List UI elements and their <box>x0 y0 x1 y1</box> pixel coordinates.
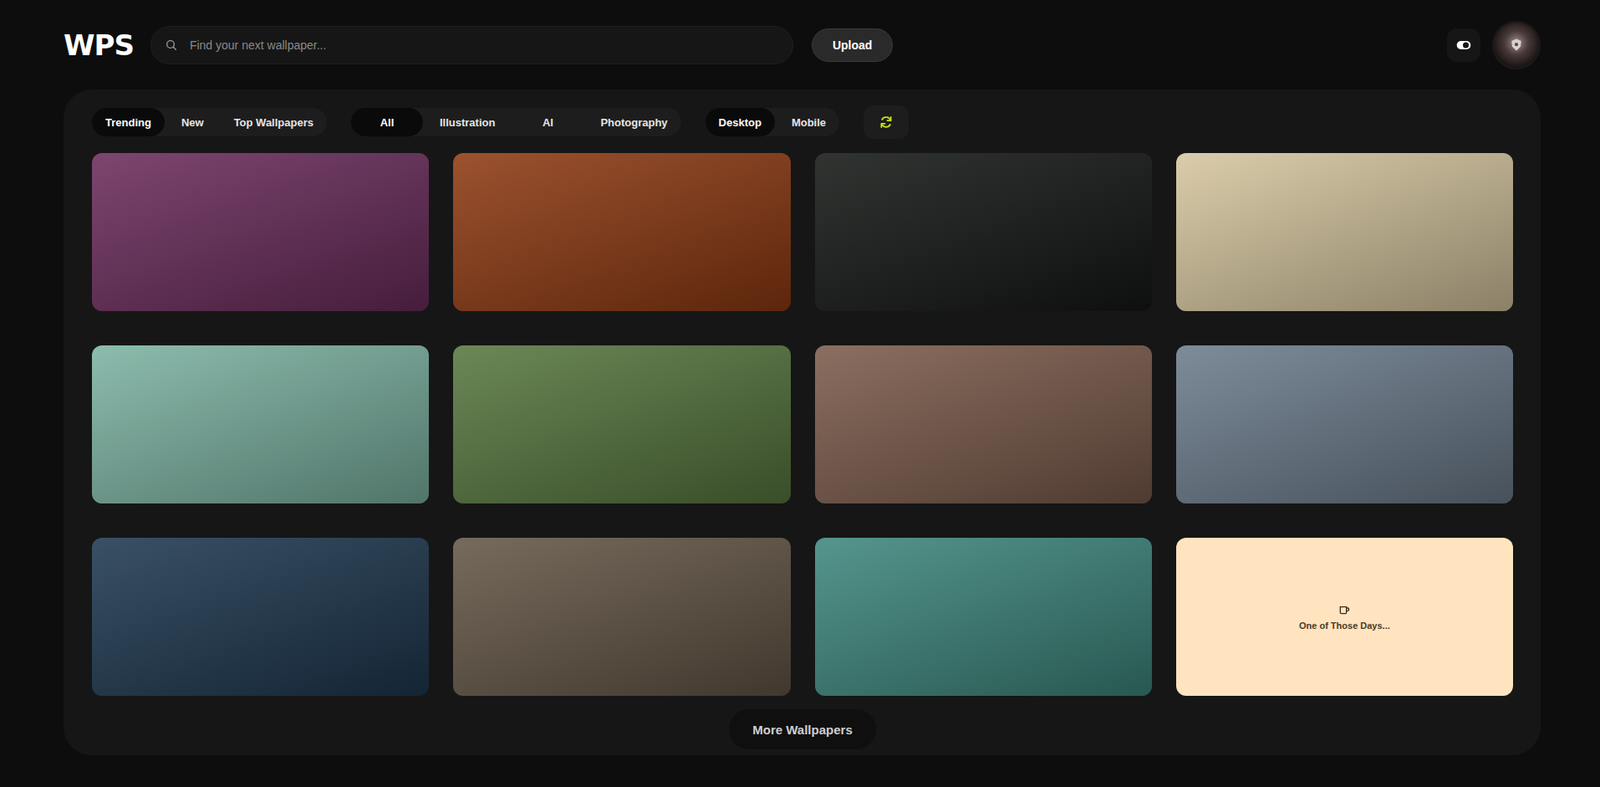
search-input[interactable] <box>188 37 780 53</box>
filter-tab[interactable]: Desktop <box>705 107 775 137</box>
wallpaper-card[interactable] <box>815 537 1152 696</box>
filter-tab[interactable]: Trending <box>91 107 165 137</box>
wallpaper-card[interactable] <box>1176 152 1514 311</box>
wallpaper-card[interactable] <box>1176 345 1514 504</box>
filter-tab[interactable]: Illustration <box>426 107 509 137</box>
filter-tab[interactable]: AI <box>511 107 584 137</box>
filter-tab[interactable]: New <box>168 107 218 137</box>
more-row: More Wallpapers <box>91 708 1514 750</box>
wallpaper-card[interactable] <box>815 152 1152 311</box>
wallpaper-panel: TrendingNewTop Wallpapers AllIllustration… <box>63 89 1541 755</box>
wallpaper-grid: One of Those Days... <box>91 152 1514 696</box>
avatar-icon <box>1508 36 1525 54</box>
category-tabs: AllIllustrationAIPhotography <box>351 107 682 137</box>
wallpaper-card[interactable] <box>91 152 429 311</box>
wallpaper-card[interactable] <box>453 152 790 311</box>
logo[interactable]: WPS <box>63 30 134 60</box>
sort-tabs: TrendingNewTop Wallpapers <box>91 107 327 137</box>
wallpaper-card[interactable] <box>815 345 1152 504</box>
search-bar[interactable] <box>150 25 794 65</box>
mug-icon <box>1337 602 1351 617</box>
filter-bar: TrendingNewTop Wallpapers AllIllustration… <box>91 105 1514 139</box>
filter-tab[interactable]: All <box>351 107 423 137</box>
refresh-button[interactable] <box>863 105 909 139</box>
wallpaper-card[interactable] <box>91 345 429 504</box>
filter-tab[interactable]: Top Wallpapers <box>220 107 327 137</box>
wallpaper-card[interactable] <box>91 537 429 696</box>
upload-button[interactable]: Upload <box>811 28 893 62</box>
refresh-icon <box>878 114 894 130</box>
more-wallpapers-button[interactable]: More Wallpapers <box>728 708 876 750</box>
header: WPS Upload <box>0 0 1600 65</box>
wallpaper-card[interactable] <box>453 537 790 696</box>
device-tabs: DesktopMobile <box>705 107 840 137</box>
search-icon <box>164 38 179 52</box>
filter-tab[interactable]: Mobile <box>778 107 840 137</box>
theme-toggle[interactable] <box>1447 28 1481 62</box>
wallpaper-card[interactable] <box>453 345 790 504</box>
theme-toggle-icon <box>1455 36 1473 54</box>
user-avatar[interactable] <box>1492 20 1541 70</box>
card-caption: One of Those Days... <box>1299 620 1391 631</box>
filter-tab[interactable]: Photography <box>586 107 681 137</box>
wallpaper-card[interactable]: One of Those Days... <box>1176 537 1514 696</box>
